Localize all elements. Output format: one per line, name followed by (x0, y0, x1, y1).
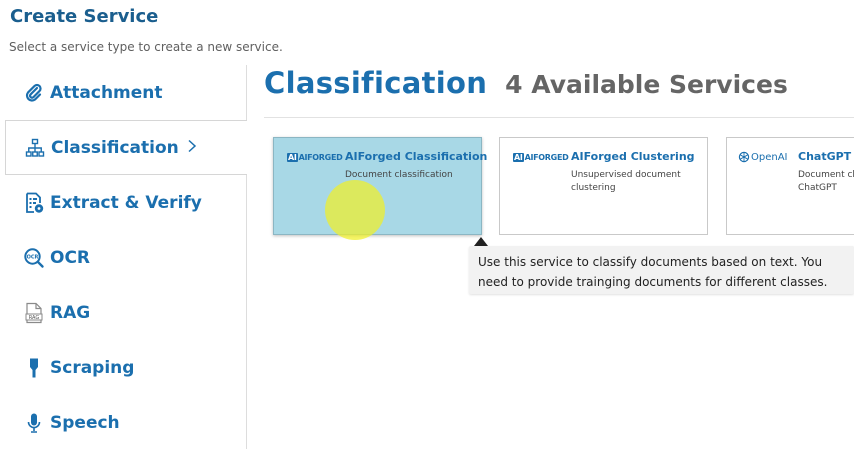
section-divider (264, 117, 854, 118)
cursor-highlight (325, 180, 385, 240)
page-title: Create Service (10, 6, 159, 27)
service-card-title: ChatGPT Cl (798, 150, 854, 163)
svg-text:OCR: OCR (27, 254, 39, 260)
service-type-sidebar: Attachment Classification Extract & Veri… (0, 65, 247, 449)
paperclip-icon (23, 82, 45, 104)
sidebar-item-label: RAG (50, 302, 91, 323)
service-card-aiforged-clustering[interactable]: AI AIFORGED AIForged Clustering Unsupervi… (499, 137, 708, 235)
svg-text:RAG: RAG (29, 314, 40, 320)
service-card-title: AIForged Classification (345, 150, 488, 163)
aiforged-logo: AI AIFORGED (287, 152, 343, 162)
service-card-description: Document cl ChatGPT (798, 170, 854, 193)
document-gear-icon (23, 192, 45, 214)
openai-logo: OpenAI (738, 150, 788, 164)
sidebar-item-speech[interactable]: Speech (0, 395, 247, 449)
hierarchy-icon (24, 137, 46, 159)
ocr-magnifier-icon: OCR (23, 247, 45, 269)
available-services-count: 4 Available Services (505, 70, 788, 99)
sidebar-item-label: Extract & Verify (50, 192, 202, 213)
sidebar-item-rag[interactable]: RAG RAG (0, 285, 247, 340)
service-tooltip: Use this service to classify documents b… (469, 246, 854, 294)
section-title: Classification (264, 66, 488, 100)
sidebar-item-label: Scraping (50, 357, 135, 378)
sidebar-item-label: OCR (50, 247, 91, 268)
sidebar-item-attachment[interactable]: Attachment (0, 65, 247, 120)
service-card-chatgpt-classification[interactable]: OpenAI ChatGPT Cl Document cl ChatGPT (726, 137, 854, 235)
section-header: Classification 4 Available Services (264, 66, 788, 100)
sidebar-item-label: Attachment (50, 82, 163, 103)
chevron-right-icon (187, 138, 197, 157)
tooltip-arrow (474, 237, 488, 246)
microphone-icon (23, 412, 45, 434)
page-subtitle: Select a service type to create a new se… (9, 40, 283, 54)
scraper-icon (23, 357, 45, 379)
service-card-description: Document classification (345, 170, 453, 180)
sidebar-item-scraping[interactable]: Scraping (0, 340, 247, 395)
sidebar-item-classification[interactable]: Classification (5, 120, 247, 175)
rag-file-icon: RAG (23, 302, 45, 324)
service-card-title: AIForged Clustering (571, 150, 695, 163)
sidebar-item-ocr[interactable]: OCR OCR (0, 230, 247, 285)
aiforged-logo: AI AIFORGED (513, 152, 569, 162)
sidebar-item-label: Classification (51, 137, 179, 158)
service-card-description: Unsupervised document clustering (571, 170, 681, 193)
sidebar-item-extract-verify[interactable]: Extract & Verify (0, 175, 247, 230)
sidebar-item-label: Speech (50, 412, 120, 433)
